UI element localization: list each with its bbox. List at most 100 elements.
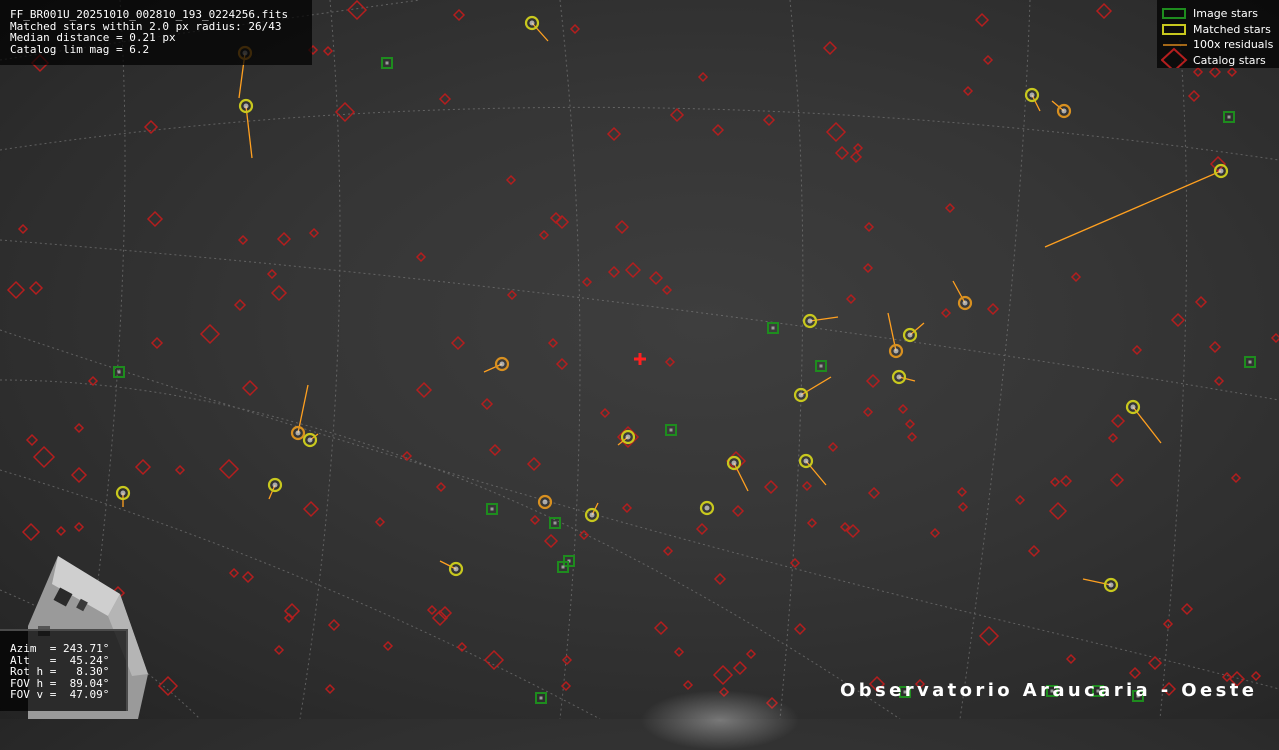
star-core <box>798 392 804 398</box>
red-diamond-icon <box>1161 47 1188 68</box>
catalog-star-marker <box>6 280 26 300</box>
catalog-star-marker <box>978 625 1000 647</box>
catalog-star-marker <box>324 683 336 695</box>
catalog-star-marker <box>1095 2 1113 20</box>
center-marker-icon <box>634 353 646 365</box>
catalog-star-marker <box>32 445 56 469</box>
fov-vertical-readout: FOV v = 47.09° <box>10 688 110 701</box>
star-core <box>529 20 535 26</box>
catalog-star-marker <box>669 107 685 123</box>
catalog-star-marker <box>506 289 518 301</box>
catalog-star-marker <box>382 640 394 652</box>
catalog-star-marker <box>273 644 285 656</box>
star-core <box>1029 92 1035 98</box>
grid-line <box>0 106 1279 161</box>
catalog-star-marker <box>845 293 857 305</box>
grid-line <box>779 0 804 719</box>
star-core <box>1130 404 1136 410</box>
catalog-star-marker <box>849 150 863 164</box>
catalog-star-marker <box>480 397 494 411</box>
catalog-star-marker <box>237 234 249 246</box>
catalog-star-marker <box>134 458 152 476</box>
image-star-core <box>819 364 823 368</box>
catalog-star-marker <box>241 379 259 397</box>
catalog-star-marker <box>543 533 559 549</box>
catalog-star-marker <box>801 480 813 492</box>
star-core <box>731 460 737 466</box>
catalog-star-marker <box>1109 472 1125 488</box>
legend-panel: Image stars Matched stars 100x residuals… <box>1157 0 1279 68</box>
catalog-star-marker <box>697 71 709 83</box>
image-star-core <box>385 61 389 65</box>
catalog-star-marker <box>607 265 621 279</box>
catalog-star-marker <box>276 231 292 247</box>
catalog-star-marker <box>322 45 334 57</box>
catalog-star-marker <box>1014 494 1026 506</box>
catalog-star-marker <box>505 174 517 186</box>
catalog-star-marker <box>55 525 67 537</box>
observatory-watermark: Observatorio Araucaria - Oeste <box>840 680 1258 701</box>
catalog-stars-layer <box>6 0 1279 710</box>
catalog-star-marker <box>1270 332 1279 344</box>
catalog-star-marker <box>555 357 569 371</box>
catalog-star-marker <box>712 664 734 686</box>
star-core <box>896 374 902 380</box>
image-stars-layer <box>113 57 1256 704</box>
catalog-star-marker <box>834 145 850 161</box>
legend-image-stars: Image stars <box>1193 7 1258 20</box>
catalog-star-marker <box>1192 66 1204 78</box>
catalog-star-marker <box>438 92 452 106</box>
catalog-star-marker <box>526 456 542 472</box>
sky-plot <box>0 0 1279 719</box>
catalog-star-marker <box>1213 375 1225 387</box>
catalog-star-marker <box>266 268 278 280</box>
pointing-info-panel: Azim = 243.71° Alt = 45.24° Rot h = 8.30° F… <box>0 629 128 711</box>
catalog-star-marker <box>865 373 881 389</box>
star-core <box>589 512 595 518</box>
catalog-star-marker <box>70 466 88 484</box>
star-core <box>962 300 968 306</box>
catalog-star-marker <box>1194 295 1208 309</box>
catalog-star-marker <box>867 486 881 500</box>
catalog-star-marker <box>228 567 240 579</box>
image-star-core <box>1227 115 1231 119</box>
grid-line <box>959 0 1031 719</box>
catalog-star-marker <box>1180 602 1194 616</box>
image-star-core <box>539 696 543 700</box>
catalog-star-marker <box>862 406 874 418</box>
grid-line <box>299 0 341 719</box>
star-core <box>1218 168 1224 174</box>
catalog-star-marker <box>1110 413 1126 429</box>
catalog-star-marker <box>1208 65 1222 79</box>
catalog-star-marker <box>1070 271 1082 283</box>
catalog-star-marker <box>1059 474 1073 488</box>
catalog-star-marker <box>940 307 952 319</box>
catalog-star-marker <box>711 123 725 137</box>
residuals-layer <box>122 22 1222 586</box>
star-core <box>907 332 913 338</box>
catalog-star-marker <box>218 458 240 480</box>
catalog-star-marker <box>233 298 247 312</box>
catalog-star-marker <box>929 527 941 539</box>
grid-line <box>0 239 1279 401</box>
catalog-star-marker <box>529 514 541 526</box>
catalog-star-marker <box>435 481 447 493</box>
star-core <box>243 103 249 109</box>
catalog-star-marker <box>302 500 320 518</box>
image-star-core <box>553 521 557 525</box>
catalog-star-marker <box>1230 472 1242 484</box>
catalog-star-marker <box>1027 544 1041 558</box>
catalog-star-marker <box>763 479 779 495</box>
ground-glow <box>640 690 800 750</box>
catalog-star-marker <box>1065 653 1077 665</box>
catalog-star-marker <box>415 251 427 263</box>
catalog-star-marker <box>695 522 709 536</box>
catalog-star-marker <box>174 464 186 476</box>
catalog-star-marker <box>241 570 255 584</box>
catalog-star-marker <box>327 618 341 632</box>
catalog-star-marker <box>1250 670 1262 682</box>
catalog-star-marker <box>581 276 593 288</box>
image-star-core <box>490 507 494 511</box>
legend-residuals: 100x residuals <box>1193 38 1274 51</box>
star-core <box>542 499 548 505</box>
